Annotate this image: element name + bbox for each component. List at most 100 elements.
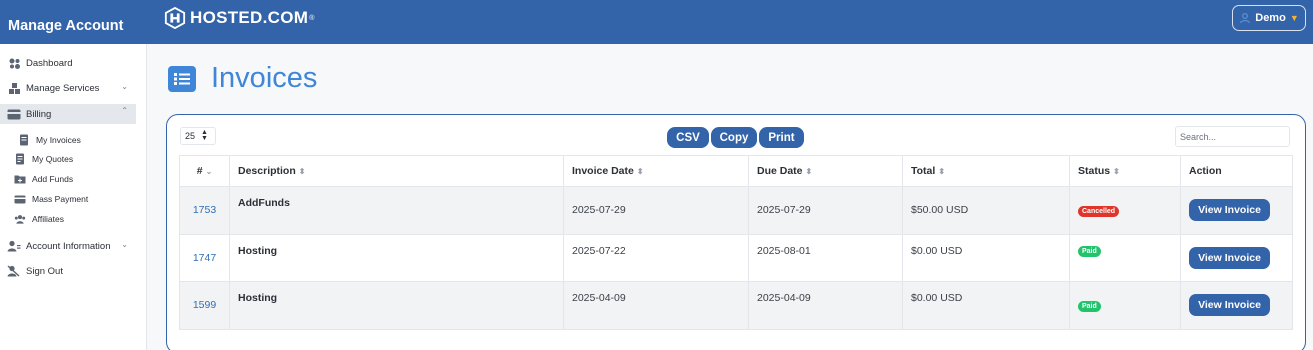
- sidebar-subitem-label: Add Funds: [32, 174, 74, 184]
- column-header-label: Status: [1078, 165, 1111, 177]
- add-funds-icon: [14, 173, 26, 185]
- mass-payment-icon: [14, 193, 26, 205]
- invoice-date: 2025-07-29: [563, 186, 749, 235]
- hosted-logo[interactable]: HOSTED.COM ®: [164, 6, 314, 30]
- status-cell: Paid: [1069, 281, 1181, 330]
- invoice-total: $50.00 USD: [902, 186, 1070, 235]
- quotes-icon: [14, 153, 26, 165]
- invoice-description: AddFunds: [229, 186, 564, 235]
- column-header-description[interactable]: Description ⬍: [229, 155, 564, 187]
- view-invoice-button[interactable]: View Invoice: [1189, 246, 1270, 269]
- chevron-down-icon: ▼: [1289, 13, 1299, 23]
- page-length-value: 25: [185, 131, 196, 141]
- invoice-number[interactable]: 1753: [179, 186, 230, 235]
- action-cell: View Invoice: [1180, 281, 1293, 330]
- user-menu-button[interactable]: Demo ▼: [1232, 5, 1306, 31]
- column-header-label: Action: [1189, 165, 1222, 177]
- sidebar-item-label: Billing: [26, 108, 52, 120]
- column-header-status[interactable]: Status ⬍: [1069, 155, 1181, 187]
- account-icon: [7, 239, 21, 253]
- top-bar: Manage Account HOSTED.COM ® Demo ▼: [0, 0, 1313, 44]
- invoice-total: $0.00 USD: [902, 233, 1070, 282]
- dashboard-icon: [7, 56, 21, 70]
- affiliates-icon: [14, 213, 26, 225]
- sidebar-subitem-add-funds[interactable]: Add Funds: [14, 171, 73, 187]
- view-invoice-button[interactable]: View Invoice: [1189, 294, 1270, 317]
- status-badge: Paid: [1078, 246, 1101, 258]
- sidebar-item-label: Manage Services: [26, 82, 100, 94]
- hosted-logo-icon: [164, 7, 186, 29]
- invoice-number[interactable]: 1747: [179, 233, 230, 282]
- view-invoice-button[interactable]: View Invoice: [1189, 199, 1270, 222]
- sidebar-item-dashboard[interactable]: Dashboard: [0, 53, 136, 73]
- status-cell: Cancelled: [1069, 186, 1181, 235]
- sort-icon: ⬍: [805, 167, 813, 176]
- sort-arrows-icon: ▲ ▼: [201, 129, 208, 142]
- user-icon: [1240, 12, 1251, 24]
- copy-button[interactable]: Copy: [711, 127, 757, 148]
- sidebar-item-label: Sign Out: [26, 265, 63, 277]
- chevron-down-icon: ⌄: [121, 82, 128, 91]
- print-button[interactable]: Print: [759, 127, 804, 148]
- user-name: Demo: [1255, 12, 1286, 24]
- invoices-table: # ⌄ Description ⬍ Invoice Date ⬍ Due Date ⬍ …: [179, 155, 1293, 330]
- sidebar-item-label: Dashboard: [26, 57, 73, 69]
- table-row[interactable]: 1747 Hosting 2025-07-22 2025-08-01 $0.00…: [179, 233, 1293, 282]
- sort-desc-icon: ⌄: [205, 167, 213, 176]
- invoice-description: Hosting: [229, 281, 564, 330]
- page-title: Invoices: [211, 62, 318, 94]
- action-cell: View Invoice: [1180, 233, 1293, 282]
- sort-icon: ⬍: [298, 167, 306, 176]
- brand-title: Manage Account: [8, 18, 124, 34]
- due-date: 2025-04-09: [748, 281, 903, 330]
- sidebar-item-label: Account Information: [26, 240, 111, 252]
- column-header-label: Invoice Date: [572, 165, 634, 177]
- table-row[interactable]: 1599 Hosting 2025-04-09 2025-04-09 $0.00…: [179, 281, 1293, 330]
- sidebar-item-manage-services[interactable]: Manage Services ⌄: [0, 78, 136, 98]
- sidebar-subitem-label: My Quotes: [32, 154, 74, 164]
- sidebar-subitem-label: My Invoices: [36, 135, 81, 145]
- column-header-label: Description: [238, 165, 296, 177]
- sidebar-subitem-mass-payment[interactable]: Mass Payment: [14, 191, 88, 207]
- column-header-label: #: [196, 165, 203, 177]
- sidebar-item-sign-out[interactable]: Sign Out: [0, 261, 136, 281]
- status-cell: Paid: [1069, 233, 1181, 282]
- logo-registered-mark: ®: [309, 14, 315, 22]
- sidebar-subitem-label: Affiliates: [32, 214, 64, 224]
- invoice-total: $0.00 USD: [902, 281, 1070, 330]
- invoice-icon: [18, 134, 30, 146]
- logo-text: HOSTED.COM: [190, 8, 309, 27]
- sidebar-item-billing[interactable]: Billing ⌃: [0, 104, 136, 124]
- services-icon: [7, 81, 21, 95]
- page-header: Invoices: [168, 62, 317, 95]
- chevron-up-icon: ⌃: [121, 106, 128, 115]
- table-row[interactable]: 1753 AddFunds 2025-07-29 2025-07-29 $50.…: [179, 186, 1293, 235]
- status-badge: Paid: [1078, 300, 1101, 312]
- table-header-row: # ⌄ Description ⬍ Invoice Date ⬍ Due Date ⬍ …: [179, 155, 1293, 187]
- sidebar-subitem-label: Mass Payment: [32, 194, 89, 204]
- invoice-number[interactable]: 1599: [179, 281, 230, 330]
- invoice-date: 2025-04-09: [563, 281, 749, 330]
- list-icon: [168, 65, 196, 92]
- column-header-due-date[interactable]: Due Date ⬍: [748, 155, 903, 187]
- chevron-down-icon: ⌄: [121, 240, 128, 249]
- sidebar-subitem-affiliates[interactable]: Affiliates: [14, 211, 64, 227]
- column-header-label: Total: [911, 165, 936, 177]
- due-date: 2025-08-01: [748, 233, 903, 282]
- invoice-date: 2025-07-22: [563, 233, 749, 282]
- column-header-total[interactable]: Total ⬍: [902, 155, 1070, 187]
- page-length-select[interactable]: 25 ▲ ▼: [180, 127, 216, 145]
- csv-button[interactable]: CSV: [667, 127, 709, 148]
- sidebar-item-account-information[interactable]: Account Information ⌄: [0, 236, 136, 256]
- column-header-action: Action: [1180, 155, 1293, 187]
- sidebar-subitem-my-quotes[interactable]: My Quotes: [14, 151, 73, 167]
- invoice-description: Hosting: [229, 233, 564, 282]
- billing-icon: [7, 107, 21, 121]
- search-input[interactable]: [1175, 126, 1290, 147]
- sort-icon: ⬍: [938, 167, 946, 176]
- column-header-number[interactable]: # ⌄: [179, 155, 230, 187]
- column-header-label: Due Date: [757, 165, 803, 177]
- column-header-invoice-date[interactable]: Invoice Date ⬍: [563, 155, 749, 187]
- sidebar-subitem-my-invoices[interactable]: My Invoices: [18, 132, 81, 148]
- sort-icon: ⬍: [636, 167, 644, 176]
